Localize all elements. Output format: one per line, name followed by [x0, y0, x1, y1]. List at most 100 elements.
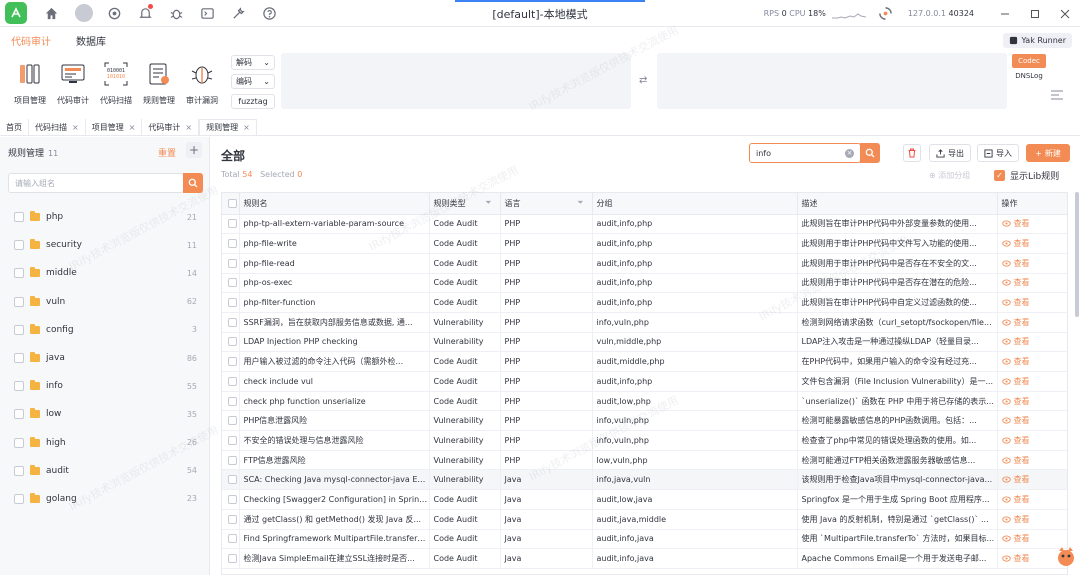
- codec-input-editor[interactable]: [281, 53, 631, 109]
- menu-code-audit[interactable]: 代码审计: [11, 33, 51, 48]
- group-checkbox[interactable]: [14, 465, 24, 476]
- bug-icon[interactable]: [166, 3, 186, 23]
- group-checkbox[interactable]: [14, 409, 24, 420]
- row-checkbox[interactable]: [222, 351, 240, 372]
- settings-icon[interactable]: [104, 3, 124, 23]
- group-item-high[interactable]: high 26: [0, 429, 210, 457]
- app-logo[interactable]: [5, 2, 27, 24]
- group-checkbox[interactable]: [14, 437, 24, 448]
- table-row[interactable]: PHP信息泄露风险 Vulnerability PHP info,vuln,php 检测…: [222, 410, 1067, 432]
- view-button[interactable]: 查看: [1001, 474, 1030, 485]
- avatar[interactable]: [75, 4, 93, 22]
- tab-code-audit[interactable]: 代码审计 ×: [142, 119, 200, 135]
- mascot-icon[interactable]: [1056, 545, 1076, 567]
- tool-audit-vuln[interactable]: 审计漏洞: [181, 61, 223, 106]
- search-icon[interactable]: [183, 173, 203, 193]
- row-checkbox[interactable]: [222, 450, 240, 471]
- row-checkbox[interactable]: [222, 273, 240, 294]
- col-rule-type[interactable]: 规则类型 ⏷: [429, 193, 501, 215]
- view-button[interactable]: 查看: [1001, 415, 1030, 426]
- table-row[interactable]: php-file-write Code Audit PHP audit,info,ph…: [222, 233, 1067, 254]
- add-to-group-button[interactable]: ⊕ 添加分组: [929, 170, 970, 181]
- show-lib-toggle[interactable]: ✓ 显示Lib规则: [994, 169, 1059, 182]
- table-row[interactable]: php-file-read Code Audit PHP audit,info,php…: [222, 253, 1067, 274]
- table-row[interactable]: php-filter-function Code Audit PHP audit,in…: [222, 292, 1067, 313]
- engine-icon[interactable]: [876, 4, 896, 24]
- group-item-config[interactable]: config 3: [0, 316, 210, 344]
- group-checkbox[interactable]: [14, 381, 24, 392]
- table-row[interactable]: 检测Java SimpleEmail在建立SSL连接时是否... Code Aud…: [222, 548, 1067, 569]
- dnslog-button[interactable]: DNSLog: [1012, 72, 1046, 80]
- collapse-icon[interactable]: [1050, 89, 1064, 101]
- row-checkbox[interactable]: [222, 312, 240, 333]
- table-row[interactable]: Checking [Swagger2 Configuration] in Spr…: [222, 489, 1067, 510]
- row-checkbox[interactable]: [222, 371, 240, 392]
- view-button[interactable]: 查看: [1001, 258, 1030, 269]
- menu-database[interactable]: 数据库: [76, 33, 106, 48]
- view-button[interactable]: 查看: [1001, 238, 1030, 249]
- group-item-low[interactable]: low 35: [0, 400, 210, 428]
- view-button[interactable]: 查看: [1001, 455, 1030, 466]
- home-icon[interactable]: [41, 3, 61, 23]
- group-item-golang[interactable]: golang 23: [0, 485, 210, 513]
- tab-code-scan[interactable]: 代码扫描 ×: [29, 119, 86, 135]
- tab-rule-manage[interactable]: 规则管理 ×: [199, 119, 257, 135]
- view-button[interactable]: 查看: [1001, 435, 1030, 446]
- table-row[interactable]: Find Springframework MultipartFile.trans…: [222, 529, 1067, 550]
- group-item-middle[interactable]: middle 14: [0, 259, 210, 287]
- group-item-audit[interactable]: audit 54: [0, 457, 210, 485]
- minimize-button[interactable]: [990, 0, 1020, 27]
- delete-button[interactable]: [903, 144, 921, 162]
- terminal-icon[interactable]: [197, 3, 217, 23]
- table-row[interactable]: SSRF漏洞，旨在获取内部服务信息或数据, 通... Vulnerability P…: [222, 312, 1067, 333]
- group-item-security[interactable]: security 11: [0, 231, 210, 259]
- group-checkbox[interactable]: [14, 324, 24, 335]
- table-row[interactable]: 不安全的错误处理与信息泄露风险 Vulnerability PHP info,vuln…: [222, 430, 1067, 451]
- row-checkbox[interactable]: [222, 548, 240, 569]
- row-checkbox[interactable]: [222, 253, 240, 274]
- group-item-php[interactable]: php 21: [0, 203, 210, 231]
- view-button[interactable]: 查看: [1001, 494, 1030, 505]
- row-checkbox[interactable]: [222, 233, 240, 254]
- tab-project-manage[interactable]: 项目管理 ×: [86, 119, 143, 135]
- tool-code-audit[interactable]: 代码审计: [52, 61, 94, 106]
- export-button[interactable]: 导出: [929, 144, 971, 162]
- group-checkbox[interactable]: [14, 268, 24, 279]
- row-checkbox[interactable]: [222, 489, 240, 510]
- help-icon[interactable]: [259, 3, 279, 23]
- group-checkbox[interactable]: [14, 353, 24, 364]
- table-row[interactable]: 通过 getClass() 和 getMethod() 发现 Java 反...…: [222, 509, 1067, 530]
- view-button[interactable]: 查看: [1001, 218, 1030, 229]
- table-row[interactable]: php-os-exec Code Audit PHP audit,info,php 此规…: [222, 273, 1067, 294]
- table-row[interactable]: LDAP Injection PHP checking Vulnerability…: [222, 332, 1067, 353]
- tools-icon[interactable]: [228, 3, 248, 23]
- clear-icon[interactable]: ×: [845, 148, 854, 158]
- table-row[interactable]: SCA: Checking Java mysql-connector-java …: [222, 469, 1067, 491]
- table-row[interactable]: check php function unserialize Code Audit…: [222, 391, 1067, 412]
- reset-button[interactable]: 重置: [158, 146, 176, 159]
- group-item-vuln[interactable]: vuln 62: [0, 288, 210, 316]
- table-row[interactable]: check include vul Code Audit PHP audit,info…: [222, 371, 1067, 392]
- fuzztag-button[interactable]: fuzztag: [231, 94, 275, 109]
- new-rule-button[interactable]: + 新建: [1026, 144, 1070, 162]
- search-button[interactable]: [860, 143, 880, 163]
- codec-button[interactable]: Codec: [1012, 54, 1046, 68]
- group-checkbox[interactable]: [14, 240, 24, 251]
- table-scrollbar[interactable]: [1075, 192, 1079, 317]
- close-button[interactable]: [1050, 0, 1080, 27]
- view-button[interactable]: 查看: [1001, 376, 1030, 387]
- view-button[interactable]: 查看: [1001, 396, 1030, 407]
- view-button[interactable]: 查看: [1001, 317, 1030, 328]
- table-row[interactable]: FTP信息泄露风险 Vulnerability PHP low,vuln,php 检测可…: [222, 450, 1067, 471]
- col-language[interactable]: 语言 ⏷: [500, 193, 593, 215]
- group-checkbox[interactable]: [14, 493, 24, 504]
- row-checkbox[interactable]: [222, 509, 240, 530]
- codec-output-editor[interactable]: [657, 53, 1007, 109]
- decode-select[interactable]: 解码 ⌄: [231, 55, 275, 70]
- select-all-checkbox[interactable]: [222, 193, 240, 215]
- group-item-info[interactable]: info 55: [0, 372, 210, 400]
- group-search-input[interactable]: 请输入组名: [8, 173, 184, 193]
- view-button[interactable]: 查看: [1001, 514, 1030, 525]
- import-button[interactable]: 导入: [977, 144, 1019, 162]
- maximize-button[interactable]: [1020, 0, 1050, 27]
